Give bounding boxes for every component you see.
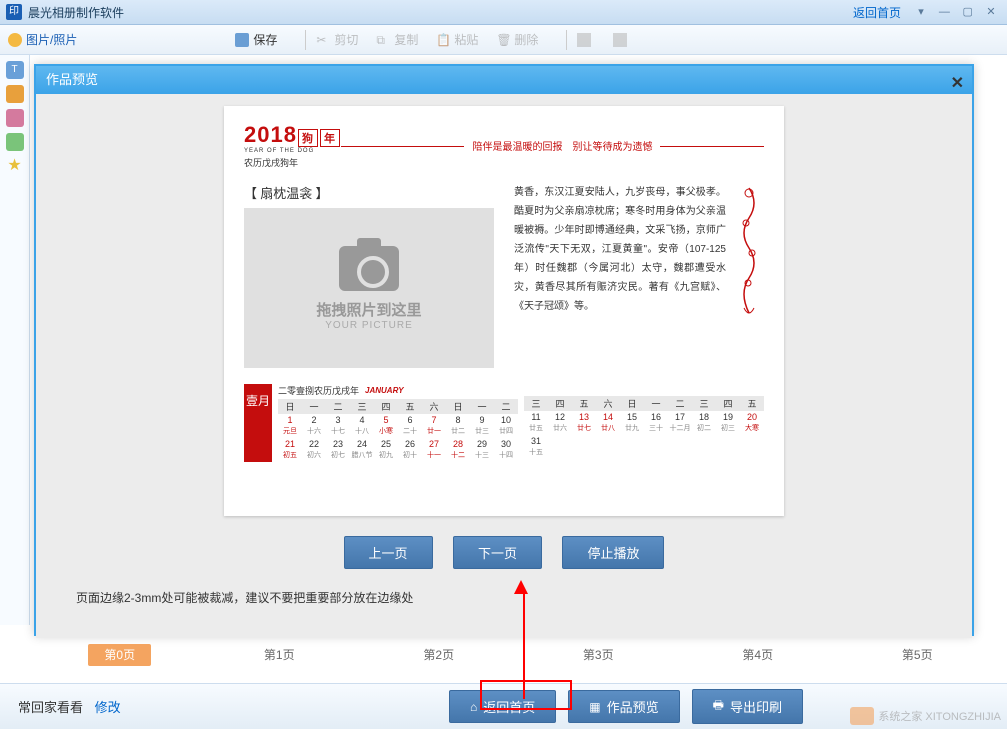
year-display: 2018狗年	[244, 122, 341, 148]
photos-label: 图片/照片	[26, 31, 77, 48]
text-tool-icon[interactable]: T	[6, 61, 24, 79]
modal-body: 2018狗年 YEAR OF THE DOG 农历戊戌狗年 陪伴是最温暖的回报 …	[36, 94, 972, 638]
modal-buttons: 上一页 下一页 停止播放	[76, 536, 932, 569]
footer-export-button[interactable]: 🖶导出印刷	[692, 689, 803, 724]
maximize-button[interactable]: ▢	[958, 5, 978, 19]
photo-dropzone[interactable]: 拖拽照片到这里 YOUR PICTURE	[244, 208, 494, 368]
save-label: 保存	[253, 31, 277, 48]
titlebar: 印 晨光相册制作软件 返回首页 ▾ — ▢ ✕	[0, 0, 1007, 25]
paste-icon: 📋	[436, 33, 450, 47]
print-icon: 🖶	[713, 696, 724, 717]
page-thumb-1[interactable]: 第1页	[200, 646, 360, 663]
decoration-icon	[734, 183, 764, 323]
camera-icon	[339, 246, 399, 291]
month-label: 壹月	[244, 384, 272, 462]
lunar-year: 农历戊戌狗年	[244, 156, 341, 169]
modal-title: 作品预览	[46, 72, 98, 87]
drag-text-en: YOUR PICTURE	[325, 320, 413, 331]
page-thumb-5[interactable]: 第5页	[838, 646, 998, 663]
next-page-button[interactable]: 下一页	[453, 536, 542, 569]
tool-1[interactable]	[577, 33, 595, 47]
calendar-block-1: 日一二三四五六日一二12345678910元旦十六十七十八小寒二十廿一廿二廿三廿…	[278, 399, 518, 462]
window-controls: ▾ — ▢ ✕	[911, 4, 1001, 20]
minimize-button[interactable]: —	[934, 6, 954, 20]
page-thumb-4[interactable]: 第4页	[678, 646, 838, 663]
shape-tool-icon[interactable]	[6, 109, 24, 127]
drag-text-cn: 拖拽照片到这里	[316, 299, 421, 320]
paste-button[interactable]: 📋粘贴	[436, 31, 478, 48]
prev-page-button[interactable]: 上一页	[344, 536, 433, 569]
annotation-arrow	[520, 580, 528, 699]
image-tool-icon[interactable]	[6, 85, 24, 103]
save-button[interactable]: 保存	[235, 31, 277, 48]
back-home-link[interactable]: 返回首页	[853, 4, 901, 21]
tool-2[interactable]	[613, 33, 631, 47]
dropdown-icon[interactable]: ▾	[911, 5, 931, 19]
main-toolbar: 图片/照片 保存 ✂剪切 ⧉复制 📋粘贴 🗑删除	[0, 25, 1007, 55]
star-tool-icon[interactable]: ★	[6, 157, 24, 175]
page-thumb-2[interactable]: 第2页	[359, 646, 519, 663]
motto-line: 陪伴是最温暖的回报 别让等待成为遗憾	[341, 138, 764, 153]
page-thumbnails: 第0页 第1页 第2页 第3页 第4页 第5页	[30, 640, 1007, 668]
copy-button[interactable]: ⧉复制	[376, 31, 418, 48]
save-icon	[235, 33, 249, 47]
watermark: 系统之家 XITONGZHIJIA	[850, 707, 1001, 725]
app-icon: 印	[6, 4, 22, 20]
modal-header: 作品预览 ✕	[36, 66, 972, 94]
page-thumb-3[interactable]: 第3页	[519, 646, 679, 663]
align-icon	[613, 33, 627, 47]
cut-button[interactable]: ✂剪切	[316, 31, 358, 48]
delete-icon: 🗑	[496, 33, 510, 47]
left-toolbar: T ★	[0, 55, 30, 625]
stop-play-button[interactable]: 停止播放	[562, 536, 664, 569]
footer-text: 常回家看看	[18, 700, 83, 715]
story-text: 黄香，东汉江夏安陆人，九岁丧母，事父极孝。酷夏时为父亲扇凉枕席；寒冬时用身体为父…	[514, 183, 734, 368]
photo-title: 【 扇枕温衾 】	[244, 183, 494, 202]
copy-icon: ⧉	[376, 33, 390, 47]
cut-icon: ✂	[316, 33, 330, 47]
photos-tab[interactable]: 图片/照片	[8, 31, 77, 48]
preview-modal: 作品预览 ✕ 2018狗年 YEAR OF THE DOG 农历戊戌狗年 陪伴是…	[34, 64, 974, 636]
preview-icon: ▦	[589, 700, 600, 714]
app-title: 晨光相册制作软件	[28, 4, 853, 21]
calendar-area: 壹月 二零壹捌农历戊戌年JANUARY 日一二三四五六日一二1234567891…	[224, 376, 784, 470]
delete-button[interactable]: 🗑删除	[496, 31, 538, 48]
close-button[interactable]: ✕	[981, 5, 1001, 19]
year-sub: YEAR OF THE DOG	[244, 148, 341, 154]
avatar-icon	[8, 33, 22, 47]
calendar-block-2: 三四五六日一二三四五11121314151617181920廿五廿六廿七廿八廿九…	[524, 396, 764, 459]
page-thumb-0[interactable]: 第0页	[40, 646, 200, 663]
watermark-icon	[850, 707, 874, 725]
layer-icon	[577, 33, 591, 47]
color-tool-icon[interactable]	[6, 133, 24, 151]
home-icon: ⌂	[470, 700, 477, 714]
footer-home-button[interactable]: ⌂返回首页	[449, 690, 556, 723]
modal-hint: 页面边缘2-3mm处可能被裁减，建议不要把重要部分放在边缘处	[76, 589, 932, 606]
calendar-page-preview: 2018狗年 YEAR OF THE DOG 农历戊戌狗年 陪伴是最温暖的回报 …	[224, 106, 784, 516]
edit-link[interactable]: 修改	[95, 700, 121, 715]
modal-close-button[interactable]: ✕	[951, 70, 964, 98]
footer-preview-button[interactable]: ▦作品预览	[568, 690, 679, 723]
